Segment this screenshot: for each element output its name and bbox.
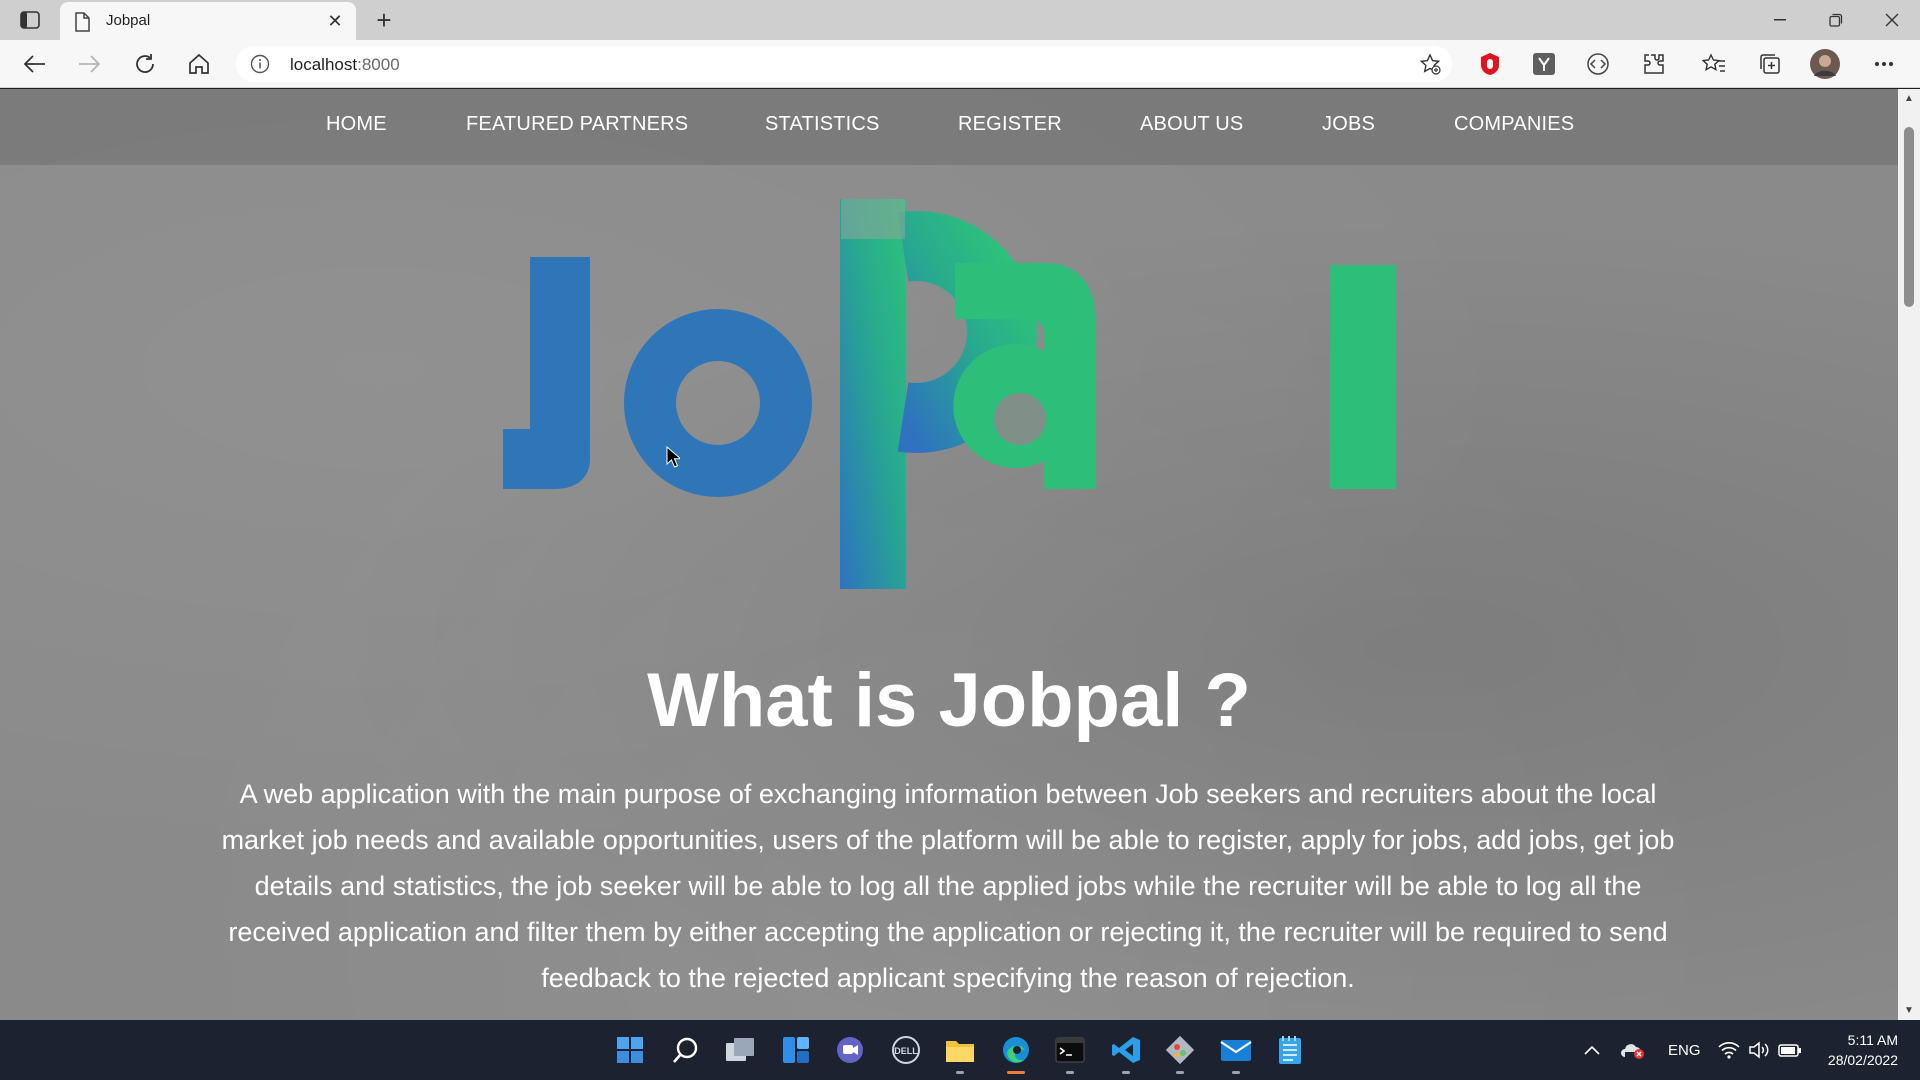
refresh-icon[interactable] xyxy=(128,48,162,80)
show-hidden-icons[interactable] xyxy=(1584,1020,1600,1080)
running-indicator xyxy=(956,1071,964,1074)
nav-companies[interactable]: COMPANIES xyxy=(1454,113,1574,136)
page-scrollbar[interactable]: ▲ ▼ xyxy=(1898,89,1920,1020)
tab-title: Jobpal xyxy=(106,12,151,29)
nav-about-us[interactable]: ABOUT US xyxy=(1140,113,1243,136)
back-icon[interactable] xyxy=(18,48,52,80)
new-tab-button[interactable]: + xyxy=(370,5,398,35)
teams-chat-icon[interactable] xyxy=(832,1032,868,1068)
edge-icon[interactable] xyxy=(998,1032,1034,1074)
active-indicator xyxy=(1007,1071,1025,1074)
mouse-cursor-icon xyxy=(666,446,680,468)
volume-icon[interactable] xyxy=(1748,1020,1770,1080)
clock-date: 28/02/2022 xyxy=(1827,1052,1898,1068)
browser-toolbar: localhost:8000 xyxy=(0,40,1920,88)
home-icon[interactable] xyxy=(182,48,216,80)
running-indicator xyxy=(1176,1071,1184,1074)
nav-home[interactable]: HOME xyxy=(326,113,387,136)
url-text[interactable]: localhost:8000 xyxy=(290,55,400,75)
notepad-icon[interactable] xyxy=(1272,1032,1308,1068)
browser-tab-strip: Jobpal ✕ + xyxy=(0,0,1920,40)
nav-statistics[interactable]: STATISTICS xyxy=(765,113,880,136)
widgets-icon[interactable] xyxy=(778,1032,814,1068)
svg-text:DELL: DELL xyxy=(894,1046,918,1056)
nav-featured-partners[interactable]: FEATURED PARTNERS xyxy=(466,113,688,136)
scroll-up-icon[interactable]: ▲ xyxy=(1904,93,1914,104)
page-icon xyxy=(74,12,90,32)
task-view-icon[interactable] xyxy=(722,1032,758,1068)
forward-icon[interactable] xyxy=(72,48,106,80)
description-paragraph: A web application with the main purpose … xyxy=(221,779,1675,993)
jobpal-logo xyxy=(503,199,1396,589)
wifi-icon[interactable] xyxy=(1718,1020,1740,1080)
onedrive-error-icon[interactable] xyxy=(1620,1020,1646,1080)
page-heading: What is Jobpal ? xyxy=(647,658,1251,743)
url-host: localhost xyxy=(290,55,358,74)
window-controls xyxy=(1752,0,1920,40)
tab-actions-icon[interactable] xyxy=(16,8,44,32)
start-icon[interactable] xyxy=(612,1032,648,1068)
git-icon[interactable] xyxy=(1162,1032,1198,1074)
running-indicator xyxy=(1066,1071,1074,1074)
site-navbar: HOME FEATURED PARTNERS STATISTICS REGIST… xyxy=(0,89,1898,165)
windows-taskbar: DELL ENG 5:11 AM 28/02/2022 xyxy=(0,1020,1920,1080)
adblock-extension-icon[interactable] xyxy=(1476,50,1504,78)
site-info-icon[interactable] xyxy=(250,54,270,74)
url-port: :8000 xyxy=(357,55,400,74)
file-explorer-icon[interactable] xyxy=(942,1032,978,1074)
battery-icon[interactable] xyxy=(1778,1020,1802,1080)
close-window-icon[interactable] xyxy=(1864,0,1920,40)
address-bar[interactable]: localhost:8000 xyxy=(236,46,1452,82)
page-viewport: HOME FEATURED PARTNERS STATISTICS REGIST… xyxy=(0,89,1898,1020)
scroll-down-icon[interactable]: ▼ xyxy=(1904,1005,1914,1016)
language-indicator[interactable]: ENG xyxy=(1668,1020,1701,1080)
running-indicator xyxy=(1122,1071,1130,1074)
code-extension-icon[interactable] xyxy=(1584,50,1612,78)
extensions-puzzle-icon[interactable] xyxy=(1640,50,1668,78)
tab-jobpal[interactable]: Jobpal ✕ xyxy=(60,2,356,40)
dell-icon[interactable]: DELL xyxy=(888,1032,924,1068)
vscode-icon[interactable] xyxy=(1108,1032,1144,1074)
collections-icon[interactable] xyxy=(1756,50,1784,78)
more-options-icon[interactable] xyxy=(1870,50,1898,78)
clock-time: 5:11 AM xyxy=(1847,1032,1898,1048)
terminal-icon[interactable] xyxy=(1052,1032,1088,1074)
scrollbar-thumb[interactable] xyxy=(1904,127,1914,307)
favorites-icon[interactable] xyxy=(1700,50,1728,78)
mail-icon[interactable] xyxy=(1218,1032,1254,1074)
running-indicator xyxy=(1232,1071,1240,1074)
tab-close-icon[interactable]: ✕ xyxy=(324,10,346,32)
y-extension-icon[interactable] xyxy=(1530,50,1558,78)
profile-avatar[interactable] xyxy=(1810,49,1840,79)
nav-register[interactable]: REGISTER xyxy=(958,113,1062,136)
add-favorite-icon[interactable] xyxy=(1418,52,1442,76)
nav-jobs[interactable]: JOBS xyxy=(1322,113,1375,136)
search-icon[interactable] xyxy=(668,1032,704,1068)
system-clock[interactable]: 5:11 AM 28/02/2022 xyxy=(1828,1030,1898,1070)
minimize-icon[interactable] xyxy=(1752,0,1808,40)
restore-icon[interactable] xyxy=(1808,0,1864,40)
